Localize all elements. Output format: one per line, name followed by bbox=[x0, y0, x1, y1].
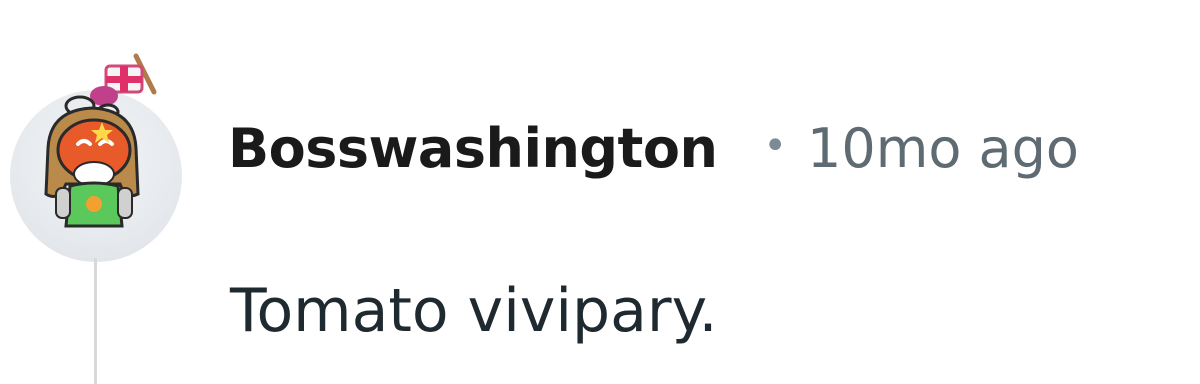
comment: Bosswashington • 10mo ago Tomato vivipar… bbox=[0, 0, 1200, 384]
comment-header: Bosswashington • 10mo ago bbox=[228, 108, 1079, 188]
comment-body: Tomato vivipary. bbox=[230, 276, 718, 346]
timestamp[interactable]: 10mo ago bbox=[807, 117, 1079, 180]
thread-line[interactable] bbox=[94, 258, 97, 384]
avatar[interactable] bbox=[8, 52, 184, 262]
snoo-avatar-icon bbox=[44, 53, 157, 228]
meta-separator: • bbox=[763, 123, 788, 169]
username-link[interactable]: Bosswashington bbox=[228, 117, 718, 180]
